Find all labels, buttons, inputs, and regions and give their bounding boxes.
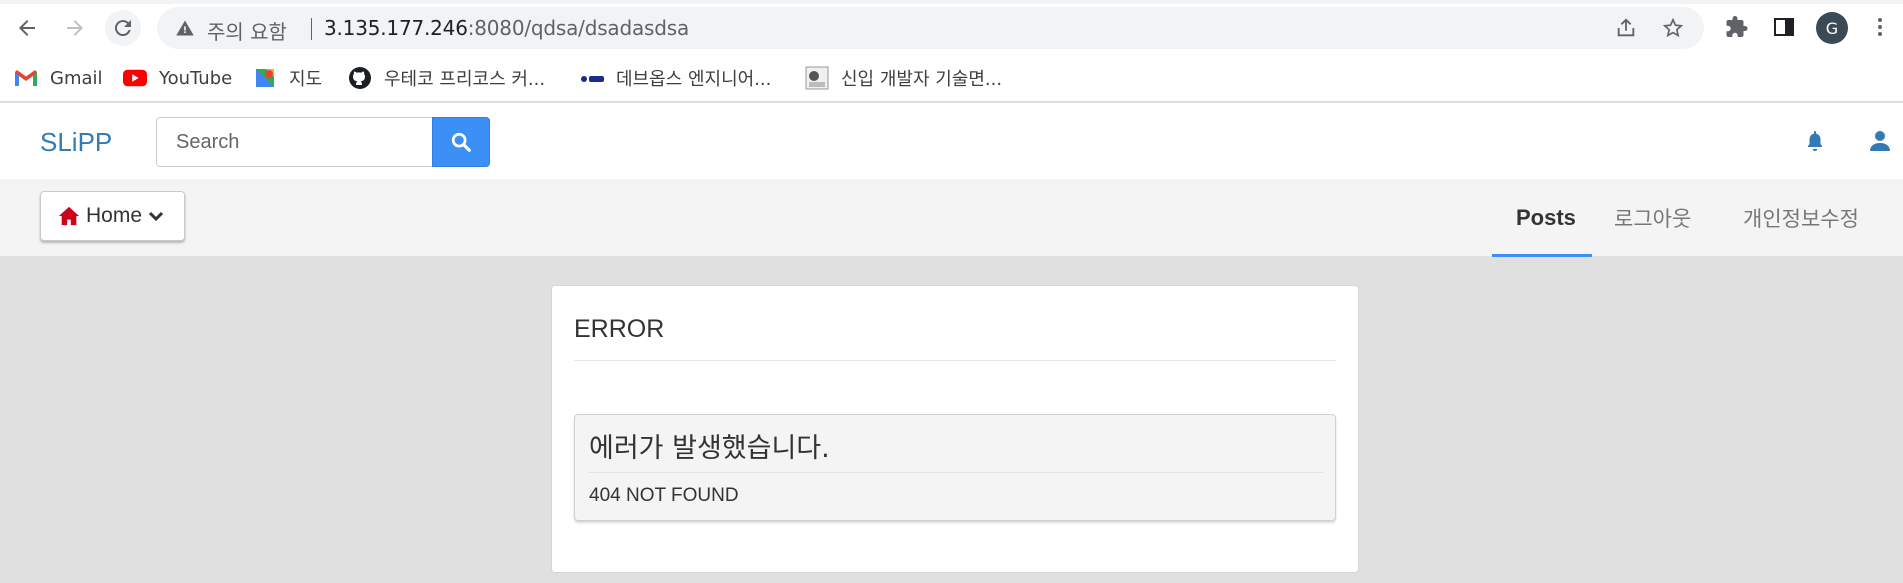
site-header: SLiPP: [0, 103, 1903, 179]
bookmark-youtube[interactable]: YouTube: [123, 64, 232, 92]
browser-menu-button[interactable]: [1866, 13, 1894, 41]
user-icon[interactable]: [1868, 129, 1892, 153]
error-panel: ERROR 에러가 발생했습니다. 404 NOT FOUND: [551, 285, 1359, 573]
side-panel-icon: [1774, 18, 1794, 36]
back-button[interactable]: [9, 10, 45, 46]
search-icon: [451, 132, 471, 152]
tab-edit-profile[interactable]: 개인정보수정: [1743, 179, 1859, 257]
star-icon[interactable]: [1662, 17, 1684, 39]
home-icon: [58, 206, 80, 226]
reload-icon: [114, 20, 131, 37]
kebab-menu-icon: [1878, 18, 1882, 36]
github-icon: [348, 66, 372, 90]
brand-logo[interactable]: SLiPP: [40, 127, 112, 158]
bookmark-label: YouTube: [159, 67, 233, 89]
bookmark-maps[interactable]: 지도: [253, 64, 322, 92]
bookmarks-bar: Gmail YouTube 지도 우테코 프리코스 커... 데브옵스 엔지니어…: [0, 56, 1903, 102]
home-dropdown-button[interactable]: Home: [40, 191, 185, 241]
bookmark-label: 지도: [289, 69, 323, 90]
address-bar[interactable]: 주의 요함 3.135.177.246:8080/qdsa/dsadasdsa: [157, 7, 1704, 49]
error-heading: 에러가 발생했습니다.: [589, 433, 830, 464]
share-icon[interactable]: [1615, 17, 1637, 39]
url-text[interactable]: 3.135.177.246:8080/qdsa/dsadasdsa: [324, 16, 689, 40]
search-input[interactable]: [156, 117, 432, 167]
reload-button[interactable]: [105, 10, 141, 46]
bookmark-label: 신입 개발자 기술면...: [841, 69, 1003, 90]
error-divider: [589, 472, 1323, 473]
browser-toolbar: 주의 요함 3.135.177.246:8080/qdsa/dsadasdsa …: [0, 0, 1903, 56]
url-host: 3.135.177.246: [324, 16, 468, 40]
bookmark-github[interactable]: 우테코 프리코스 커...: [348, 64, 545, 92]
arrow-left-icon: [19, 20, 35, 36]
puzzle-icon: [1726, 16, 1748, 37]
bookmark-label: 데브옵스 엔지니어...: [616, 69, 772, 90]
forward-button[interactable]: [57, 10, 93, 46]
bookmark-label: 우테코 프리코스 커...: [384, 69, 546, 90]
warning-icon[interactable]: [175, 18, 195, 38]
page-thumbnail-icon: [805, 66, 829, 90]
bookmark-interview[interactable]: 신입 개발자 기술면...: [805, 64, 1002, 92]
tab-strip: [0, 0, 1903, 4]
youtube-icon: [123, 66, 147, 90]
bookmark-devops[interactable]: 데브옵스 엔지니어...: [580, 64, 771, 92]
bookmark-gmail[interactable]: Gmail: [14, 64, 103, 92]
gmail-icon: [14, 66, 38, 90]
side-panel-button[interactable]: [1770, 13, 1798, 41]
active-tab-indicator: [1492, 254, 1592, 257]
home-label: Home: [86, 204, 143, 227]
extensions-button[interactable]: [1723, 13, 1751, 41]
arrow-right-icon: [67, 20, 83, 36]
error-message-box: 에러가 발생했습니다. 404 NOT FOUND: [574, 414, 1336, 521]
bell-icon[interactable]: [1803, 129, 1827, 153]
url-path: :8080/qdsa/dsadasdsa: [467, 16, 690, 40]
security-label[interactable]: 주의 요함: [207, 16, 287, 45]
profile-avatar[interactable]: G: [1816, 12, 1848, 44]
page-title: ERROR: [574, 315, 665, 343]
tab-logout[interactable]: 로그아웃: [1614, 179, 1691, 257]
title-divider: [574, 360, 1336, 361]
devops-icon: [580, 66, 604, 90]
sub-navigation: Home Posts 로그아웃 개인정보수정: [0, 179, 1903, 257]
tab-posts[interactable]: Posts: [1516, 179, 1576, 257]
search-button[interactable]: [432, 117, 490, 167]
address-separator: [311, 18, 312, 40]
chevron-down-icon: [148, 211, 164, 222]
bookmark-label: Gmail: [50, 67, 103, 89]
maps-icon: [253, 66, 277, 90]
error-detail: 404 NOT FOUND: [589, 485, 739, 506]
